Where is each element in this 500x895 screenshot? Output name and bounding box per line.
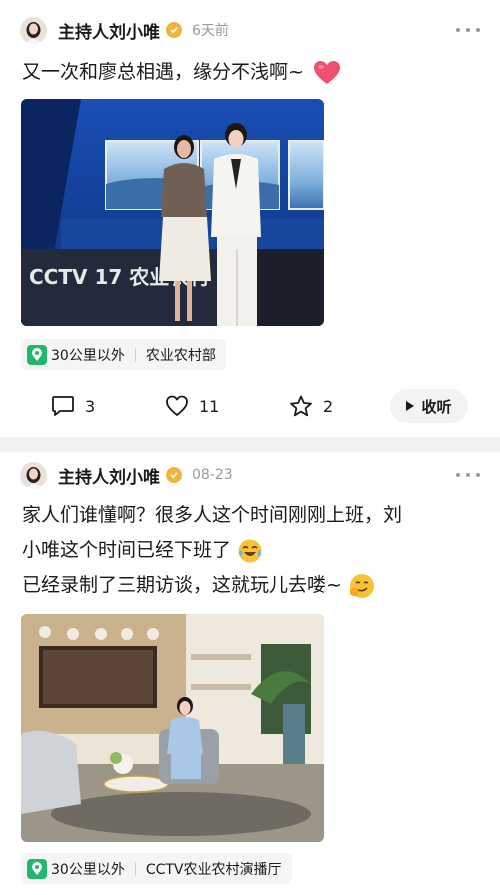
avatar[interactable] bbox=[20, 461, 47, 489]
heart-outline-icon bbox=[166, 395, 188, 416]
avatar[interactable] bbox=[20, 16, 47, 44]
laughing-crying-emoji bbox=[238, 539, 262, 562]
post-text-line: 又一次和廖总相遇，缘分不浅啊~ bbox=[22, 61, 304, 83]
post-image[interactable] bbox=[21, 614, 324, 842]
post-text-line: 小唯这个时间已经下班了 bbox=[22, 539, 232, 561]
location-pin-icon bbox=[27, 344, 47, 365]
location-pin-icon bbox=[27, 858, 47, 879]
more-options-icon[interactable] bbox=[456, 473, 480, 477]
location-divider bbox=[134, 347, 136, 362]
location-distance: 30公里以外 bbox=[51, 347, 125, 364]
post-text-line: 已经录制了三期访谈，这就玩儿去喽~ bbox=[22, 574, 342, 596]
post-text: 又一次和廖总相遇，缘分不浅啊~ bbox=[22, 55, 341, 90]
favorite-button[interactable]: 2 bbox=[289, 389, 333, 423]
heart-emoji bbox=[313, 60, 340, 84]
post-header: 主持人刘小唯 6天前 bbox=[20, 15, 480, 45]
location-distance: 30公里以外 bbox=[51, 861, 125, 878]
post-time: 08-23 bbox=[192, 467, 233, 483]
like-count: 11 bbox=[199, 396, 220, 416]
post-header: 主持人刘小唯 08-23 bbox=[20, 460, 480, 490]
verified-icon bbox=[166, 22, 182, 38]
more-options-icon[interactable] bbox=[456, 28, 480, 32]
star-icon bbox=[290, 395, 312, 416]
like-button[interactable]: 11 bbox=[165, 389, 219, 423]
listen-label: 收听 bbox=[421, 397, 452, 416]
author-name[interactable]: 主持人刘小唯 bbox=[58, 463, 160, 488]
post-card[interactable]: 主持人刘小唯 08-23 家人们谁懂啊？很多人这个时间刚刚上班，刘 小唯这个时间… bbox=[0, 452, 500, 895]
post-actions: 3 11 2 收听 bbox=[0, 389, 500, 423]
post-card[interactable]: 主持人刘小唯 6天前 又一次和廖总相遇，缘分不浅啊~ CCTV 17 农业农村 … bbox=[0, 0, 500, 437]
post-image[interactable]: CCTV 17 农业农村 bbox=[21, 99, 324, 326]
location-place: CCTV农业农村演播厅 bbox=[145, 861, 282, 878]
post-divider bbox=[0, 437, 500, 452]
comment-count: 3 bbox=[85, 396, 96, 416]
post-time: 6天前 bbox=[192, 23, 229, 39]
verified-icon bbox=[166, 467, 182, 483]
location-tag[interactable]: 30公里以外 农业农村部 bbox=[21, 339, 226, 370]
comment-icon bbox=[52, 396, 74, 416]
smirking-emoji bbox=[349, 573, 374, 598]
location-divider bbox=[134, 861, 136, 876]
post-text-line: 家人们谁懂啊？很多人这个时间刚刚上班，刘 bbox=[22, 504, 403, 526]
location-place: 农业农村部 bbox=[145, 347, 216, 364]
listen-button[interactable]: 收听 bbox=[390, 389, 468, 423]
comment-button[interactable]: 3 bbox=[51, 389, 95, 423]
author-name[interactable]: 主持人刘小唯 bbox=[58, 18, 160, 43]
post-text: 家人们谁懂啊？很多人这个时间刚刚上班，刘 小唯这个时间已经下班了 已经录制了三期… bbox=[22, 498, 402, 603]
play-icon bbox=[406, 401, 415, 411]
location-tag[interactable]: 30公里以外 CCTV农业农村演播厅 bbox=[21, 853, 292, 884]
favorite-count: 2 bbox=[323, 396, 334, 416]
